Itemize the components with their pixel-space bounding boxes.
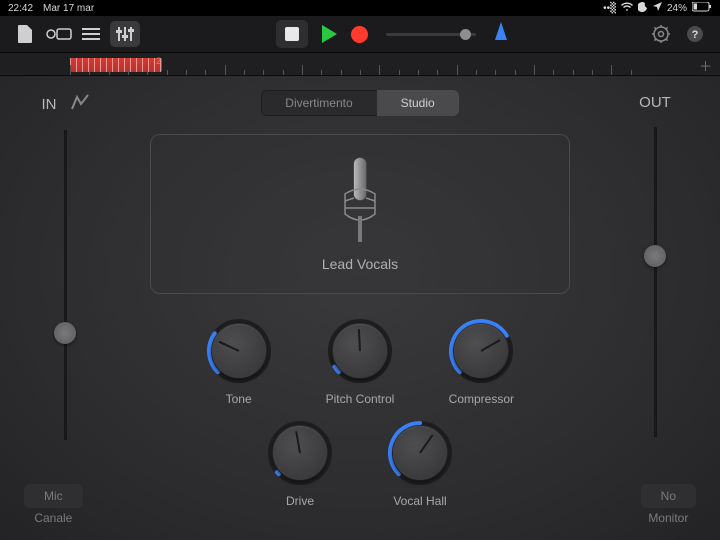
date: Mar 17 mar	[43, 3, 94, 14]
view-tabs: DivertimentoStudio	[261, 90, 458, 116]
knob-pitch-control[interactable]: Pitch Control	[326, 318, 395, 406]
browser-button[interactable]	[44, 21, 74, 47]
tab-divertimento[interactable]: Divertimento	[261, 90, 376, 116]
monitor-chip[interactable]: No	[641, 484, 696, 508]
output-level-slider[interactable]	[654, 127, 657, 437]
status-bar: 22:42 Mar 17 mar ••␩ 24%	[0, 0, 720, 16]
input-column: IN	[30, 94, 100, 440]
main-panel: IN OUT DivertimentoStudio	[0, 76, 720, 540]
volume-thumb[interactable]	[460, 29, 471, 40]
in-label: IN	[42, 96, 57, 113]
record-icon	[351, 26, 368, 43]
ruler-ticks	[0, 53, 720, 75]
clock: 22:42	[8, 3, 33, 14]
microphone-icon	[335, 156, 385, 246]
add-section-button[interactable]: ＋	[699, 56, 712, 75]
my-songs-button[interactable]	[10, 21, 40, 47]
dnd-icon	[638, 2, 648, 15]
input-thumb[interactable]	[54, 322, 76, 344]
volume-slider[interactable]	[386, 33, 476, 36]
out-label: OUT	[639, 94, 671, 111]
monitor-selector[interactable]: No Monitor	[641, 484, 696, 532]
channel-label: Canale	[34, 511, 72, 525]
help-button[interactable]: ?	[680, 21, 710, 47]
output-column: OUT	[620, 94, 690, 437]
svg-text:?: ?	[692, 29, 699, 41]
preset-name: Lead Vocals	[322, 256, 398, 272]
status-right: ••␩ 24%	[603, 2, 712, 15]
noise-gate-icon[interactable]	[71, 94, 89, 114]
settings-button[interactable]	[646, 21, 676, 47]
battery-icon	[692, 2, 712, 15]
signal-icon: ••␩	[603, 3, 616, 14]
toolbar: ?	[0, 16, 720, 52]
preset-selector[interactable]: Lead Vocals	[150, 134, 570, 294]
knob-compressor[interactable]: Compressor	[448, 318, 514, 406]
transport	[276, 20, 368, 48]
metronome-button[interactable]	[492, 22, 510, 47]
play-button[interactable]	[322, 25, 337, 43]
location-icon	[653, 2, 662, 14]
stop-button[interactable]	[276, 20, 308, 48]
stop-icon	[285, 27, 299, 41]
tracks-button[interactable]	[76, 21, 106, 47]
monitor-label: Monitor	[648, 511, 688, 525]
knob-tone[interactable]: Tone	[206, 318, 272, 406]
record-button[interactable]	[351, 26, 368, 43]
battery-pct: 24%	[667, 3, 687, 14]
input-level-slider[interactable]	[64, 130, 67, 440]
channel-chip[interactable]: Mic	[24, 484, 83, 508]
wifi-icon	[621, 2, 633, 15]
tab-studio[interactable]: Studio	[377, 90, 459, 116]
timeline-ruler[interactable]: 2 ＋	[0, 52, 720, 76]
play-icon	[322, 25, 337, 43]
output-thumb[interactable]	[644, 245, 666, 267]
fx-button[interactable]	[110, 21, 140, 47]
channel-selector[interactable]: Mic Canale	[24, 484, 83, 532]
